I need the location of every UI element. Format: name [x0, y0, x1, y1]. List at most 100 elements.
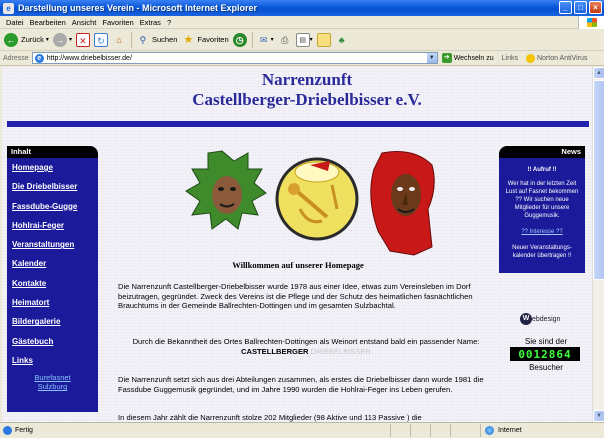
menu-bar: Datei Bearbeiten Ansicht Favoriten Extra… — [0, 16, 604, 29]
address-url[interactable]: http://www.driebelbisser.de/ — [47, 55, 132, 62]
discuss-button[interactable] — [316, 32, 331, 47]
back-button[interactable]: ← Zurück ▾ — [4, 32, 49, 47]
favorites-button[interactable]: ★ Favoriten — [181, 33, 228, 47]
norton-label: Norton AntiVirus — [536, 54, 588, 62]
norton-antivirus-button[interactable]: Norton AntiVirus — [525, 53, 588, 63]
forward-arrow-icon: → — [52, 32, 67, 47]
edit-dropdown-icon: ▾ — [309, 37, 313, 43]
members-paragraph: In diesem Jahr zählt die Narrenzunft sto… — [118, 413, 422, 422]
back-dropdown-icon[interactable]: ▾ — [46, 36, 49, 43]
history-icon: ◷ — [232, 32, 247, 47]
menu-bearbeiten[interactable]: Bearbeiten — [30, 18, 66, 27]
burefasnet-line2: Sulzburg — [37, 382, 68, 392]
news-interest-link[interactable]: ?? Interesse ?? — [502, 228, 582, 236]
status-panel — [410, 424, 430, 437]
club-name-grey: DRIEBELBISSER — [310, 346, 371, 356]
nav-link-kontakte[interactable]: Kontakte — [7, 274, 98, 293]
nav-link-homepage[interactable]: Homepage — [7, 158, 98, 177]
red-witch-mask-icon — [370, 151, 435, 256]
forward-button[interactable]: → ▾ — [52, 32, 72, 47]
norton-icon — [525, 53, 535, 63]
page-icon: e — [34, 53, 44, 63]
menu-extras[interactable]: Extras — [140, 18, 161, 27]
drum-icon — [275, 157, 359, 241]
club-name: CASTELLBERGER DRIEBELBISSER — [118, 347, 494, 357]
nav-link-driebelbisser[interactable]: Die Driebelbisser — [7, 177, 98, 196]
nav-link-heimatort[interactable]: Heimatort — [7, 293, 98, 312]
links-button[interactable]: Links — [502, 55, 518, 62]
toolbar-separator — [130, 31, 132, 48]
edit-icon: ▤ — [295, 32, 310, 47]
star-icon: ★ — [183, 33, 194, 46]
close-button[interactable]: × — [589, 1, 602, 14]
refresh-button[interactable]: ↻ — [93, 32, 108, 47]
forward-dropdown-icon: ▾ — [68, 37, 72, 43]
security-zone: Internet — [480, 424, 604, 437]
status-panel — [450, 424, 470, 437]
nav-link-kalender[interactable]: Kalender — [7, 254, 98, 273]
header-divider — [7, 121, 589, 127]
menu-datei[interactable]: Datei — [6, 18, 24, 27]
news-kalender-note: Neuer Veranstaltungs-kalender übertragen… — [512, 245, 572, 259]
menu-favoriten[interactable]: Favoriten — [102, 18, 133, 27]
status-panel — [430, 424, 450, 437]
address-dropdown-icon[interactable]: ▼ — [426, 53, 437, 63]
vertical-scrollbar[interactable]: ▲ ▼ — [592, 67, 604, 422]
messenger-button[interactable]: ♣ — [335, 33, 349, 47]
mail-button[interactable]: ✉ ▾ — [257, 33, 274, 47]
stop-button[interactable]: ✕ — [75, 32, 90, 47]
edit-button[interactable]: ▤ ▾ — [295, 32, 313, 47]
refresh-icon: ↻ — [93, 32, 108, 47]
mail-dropdown-icon: ▾ — [270, 37, 274, 43]
nav-link-fassdube-gugge[interactable]: Fassdube-Gugge — [7, 197, 98, 216]
status-panel — [390, 424, 410, 437]
home-button[interactable]: ⌂ — [112, 33, 126, 47]
departments-paragraph: Die Narrenzunft setzt sich aus drei Abte… — [118, 375, 484, 394]
page-content: Narrenzunft Castellberger-Driebelbisser … — [2, 67, 592, 422]
window-title-bar[interactable]: e Darstellung unseres Verein - Microsoft… — [0, 0, 604, 16]
go-button[interactable]: Wechseln zu — [454, 55, 494, 62]
burefasnet-line1: Burefasnet — [34, 373, 71, 383]
messenger-icon: ♣ — [338, 34, 345, 45]
discuss-icon — [316, 32, 331, 47]
nav-link-gaestebuch[interactable]: Gästebuch — [7, 332, 98, 351]
visitor-counter-label: Sie sind der — [524, 337, 568, 346]
scroll-thumb[interactable] — [593, 80, 604, 280]
search-icon: ⚲ — [139, 34, 147, 45]
news-header: News — [499, 146, 585, 158]
nav-link-hohlrai-feger[interactable]: Hohlrai-Feger — [7, 216, 98, 235]
nav-link-veranstaltungen[interactable]: Veranstaltungen — [7, 235, 98, 254]
address-input[interactable]: e http://www.driebelbisser.de/ ▼ — [31, 52, 438, 64]
back-label: Zurück — [21, 35, 44, 44]
history-button[interactable]: ◷ — [232, 32, 247, 47]
visitor-counter: 0012864 — [510, 347, 580, 361]
print-button[interactable]: ⎙ — [278, 33, 292, 47]
address-bar: Adresse e http://www.driebelbisser.de/ ▼… — [0, 51, 604, 66]
zone-label: Internet — [498, 427, 522, 434]
news-text: Wer hat in der letzten Zeit Lust auf Fas… — [505, 181, 579, 219]
search-button[interactable]: ⚲ Suchen — [136, 33, 178, 47]
nav-link-bildergalerie[interactable]: Bildergalerie — [7, 312, 98, 331]
scroll-up-button[interactable]: ▲ — [593, 67, 604, 79]
go-arrow-icon[interactable]: ➔ — [441, 53, 452, 63]
maximize-button[interactable]: □ — [574, 1, 587, 14]
ie-app-icon: e — [3, 2, 14, 14]
windows-logo — [578, 16, 604, 29]
nav-link-links[interactable]: Links — [7, 351, 98, 370]
nav-link-burefasnet[interactable]: Burefasnet Sulzburg — [7, 373, 98, 391]
webdesign-logo[interactable]: W ebdesign — [520, 313, 565, 325]
sidebar-navigation: Inhalt Homepage Die Driebelbisser Fassdu… — [7, 146, 98, 412]
news-aufruf: !! Aufruf !! — [527, 167, 557, 173]
back-arrow-icon: ← — [4, 32, 18, 47]
windows-flag-icon — [587, 18, 597, 27]
sidebar-header: Inhalt — [7, 146, 98, 158]
scroll-down-button[interactable]: ▼ — [593, 410, 604, 422]
minimize-button[interactable]: _ — [559, 1, 572, 14]
green-leaf-mask-icon — [185, 150, 267, 230]
window-title: Darstellung unseres Verein - Microsoft I… — [18, 3, 258, 13]
mail-icon: ✉ — [259, 34, 268, 45]
menu-ansicht[interactable]: Ansicht — [72, 18, 97, 27]
site-title-line2: Castellberger-Driebelbisser e.V. — [192, 90, 422, 109]
webdesign-label: ebdesign — [532, 315, 561, 323]
menu-help[interactable]: ? — [167, 18, 171, 27]
